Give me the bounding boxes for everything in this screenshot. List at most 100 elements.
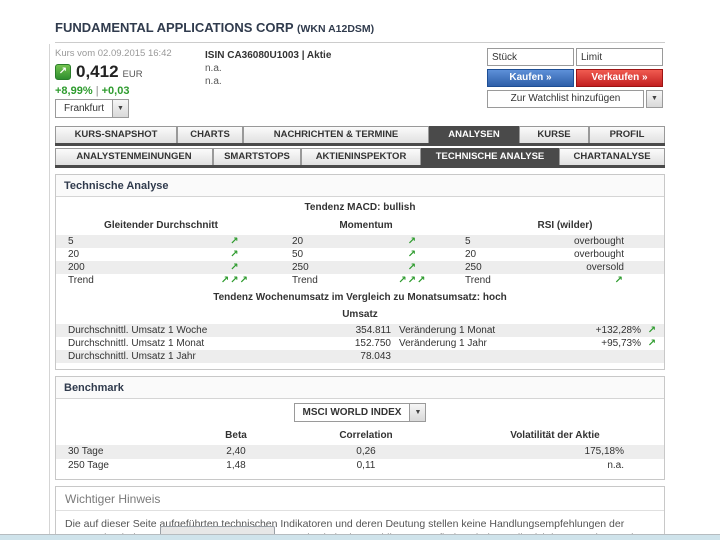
watchlist-dropdown-icon[interactable]: ▼ bbox=[646, 90, 663, 108]
wkn-suffix: (WKN A12DSM) bbox=[296, 23, 375, 35]
umsatz-row: Durchschnittl. Umsatz 1 Woche 354.811 Ve… bbox=[56, 324, 664, 337]
rsi-trend-arrow-icon: ↗ bbox=[614, 275, 624, 286]
rsi-value: oversold bbox=[586, 262, 624, 273]
header-correlation: Correlation bbox=[339, 430, 393, 441]
watchlist-row: Zur Watchlist hinzufügen ▼ bbox=[487, 90, 665, 108]
order-inputs bbox=[487, 48, 665, 66]
rsi-trend-label: Trend bbox=[465, 275, 491, 286]
header-beta: Beta bbox=[225, 430, 247, 441]
tab-nachrichten-termine[interactable]: NACHRICHTEN & TERMINE bbox=[243, 126, 429, 143]
benchmark-index-value: MSCI WORLD INDEX bbox=[302, 407, 402, 418]
momentum-trend-label: Trend bbox=[292, 275, 318, 286]
indicator-row: Trend ↗↗↗ Trend ↗↗↗ Trend ↗ bbox=[56, 274, 664, 287]
weekly-volume-value: hoch bbox=[482, 292, 507, 303]
beta-value: 2,40 bbox=[226, 446, 246, 457]
tab-analystenmeinungen[interactable]: ANALYSTENMEINUNGEN bbox=[55, 148, 213, 165]
change-absolute: +0,03 bbox=[101, 85, 130, 97]
tab-analysen[interactable]: ANALYSEN bbox=[429, 126, 519, 143]
benchmark-index-select[interactable]: MSCI WORLD INDEX ▼ bbox=[293, 403, 427, 422]
tab-profil[interactable]: PROFIL bbox=[589, 126, 665, 143]
add-to-watchlist-button[interactable]: Zur Watchlist hinzufügen bbox=[487, 90, 644, 108]
tab-charts[interactable]: CHARTS bbox=[177, 126, 243, 143]
bottom-scroll-bar[interactable] bbox=[0, 534, 720, 540]
section-bottom-padding bbox=[56, 363, 664, 369]
order-buttons: Kaufen » Verkaufen » bbox=[487, 69, 665, 87]
price-currency: EUR bbox=[122, 68, 143, 80]
benchmark-section: Benchmark MSCI WORLD INDEX ▼ Beta Correl… bbox=[55, 376, 665, 480]
isin-line: ISIN CA36080U1003 | Aktie bbox=[205, 50, 332, 61]
veraenderung-label: Veränderung 1 Jahr bbox=[399, 338, 487, 349]
exchange-select-value: Frankfurt bbox=[64, 103, 105, 114]
main-content: FUNDAMENTAL APPLICATIONS CORP (WKN A12DS… bbox=[55, 0, 665, 540]
change-percent: +8,99% bbox=[55, 85, 93, 97]
umsatz-value: 152.750 bbox=[354, 338, 391, 349]
momentum-period: 250 bbox=[292, 262, 309, 273]
gd-trend-arrow-icon: ↗ bbox=[230, 236, 240, 247]
umsatz-value: 354.811 bbox=[355, 325, 391, 336]
content-left-border bbox=[49, 44, 50, 536]
veraenderung-arrow-icon: ↗ bbox=[647, 338, 658, 349]
momentum-trend-arrow-icon: ↗ bbox=[407, 262, 418, 273]
gd-trend-arrow-icon: ↗ bbox=[230, 249, 240, 260]
umsatz-header: Umsatz bbox=[342, 309, 378, 320]
momentum-period: 20 bbox=[292, 236, 304, 247]
indicator-row: 5 ↗ 20 ↗ 5 overbought bbox=[56, 235, 664, 248]
tab-kurs-snapshot[interactable]: KURS-SNAPSHOT bbox=[55, 126, 177, 143]
tab-kurse[interactable]: KURSE bbox=[519, 126, 589, 143]
primary-tabs: KURS-SNAPSHOT CHARTS NACHRICHTEN & TERMI… bbox=[55, 126, 665, 168]
beta-value: 1,48 bbox=[226, 460, 246, 471]
price-value: 0,412 bbox=[76, 62, 119, 81]
correlation-value: 0,11 bbox=[356, 460, 376, 471]
momentum-period: 50 bbox=[292, 249, 304, 260]
trade-panel: Kaufen » Verkaufen » Zur Watchlist hinzu… bbox=[487, 48, 665, 108]
price-up-icon: ↗ bbox=[55, 64, 71, 80]
indicator-column-headers: Gleitender Durchschnitt Momentum RSI (wi… bbox=[56, 217, 664, 235]
disclaimer-title: Wichtiger Hinweis bbox=[56, 487, 664, 511]
weekly-volume-label: Tendenz Wochenumsatz im Vergleich zu Mon… bbox=[213, 292, 481, 303]
chevron-down-icon[interactable]: ▼ bbox=[112, 100, 129, 117]
quote-header: Kurs vom 02.09.2015 16:42 ↗ 0,412 EUR +8… bbox=[55, 48, 665, 120]
tab-smartstops[interactable]: SMARTSTOPS bbox=[213, 148, 301, 165]
rsi-value: overbought bbox=[573, 249, 624, 260]
tab-aktieninspektor[interactable]: AKTIENINSPEKTOR bbox=[301, 148, 421, 165]
benchmark-selector-row: MSCI WORLD INDEX ▼ bbox=[56, 399, 664, 426]
momentum-trend-arrow-icon: ↗ bbox=[407, 249, 418, 260]
momentum-trend-arrow-icon: ↗ bbox=[407, 236, 418, 247]
rsi-value: overbought bbox=[573, 236, 624, 247]
veraenderung-label: Veränderung 1 Monat bbox=[399, 325, 496, 336]
sell-button[interactable]: Verkaufen » bbox=[576, 69, 663, 87]
na-line-1: n.a. bbox=[205, 63, 222, 74]
quote-middle: ISIN CA36080U1003 | Aktie n.a. n.a. bbox=[205, 50, 331, 87]
benchmark-period: 30 Tage bbox=[68, 446, 104, 457]
momentum-trend-arrows-icon: ↗↗↗ bbox=[398, 275, 427, 286]
buy-button[interactable]: Kaufen » bbox=[487, 69, 574, 87]
disclaimer-section: Wichtiger Hinweis Die auf dieser Seite a… bbox=[55, 486, 665, 540]
tab-chartanalyse[interactable]: CHARTANALYSE bbox=[559, 148, 665, 165]
umsatz-label: Durchschnittl. Umsatz 1 Monat bbox=[68, 338, 205, 349]
gd-period: 5 bbox=[68, 236, 74, 247]
header-gleitender-durchschnitt: Gleitender Durchschnitt bbox=[104, 220, 218, 231]
header-rsi: RSI (wilder) bbox=[537, 220, 593, 231]
indicator-row: 200 ↗ 250 ↗ 250 oversold bbox=[56, 261, 664, 274]
umsatz-value: 78.043 bbox=[360, 351, 391, 362]
gd-trend-label: Trend bbox=[68, 275, 94, 286]
gd-period: 20 bbox=[68, 249, 80, 260]
rsi-period: 5 bbox=[465, 236, 471, 247]
gd-trend-arrow-icon: ↗ bbox=[230, 262, 240, 273]
limit-input[interactable] bbox=[576, 48, 663, 66]
benchmark-period: 250 Tage bbox=[68, 460, 109, 471]
empty-cell bbox=[641, 350, 664, 363]
umsatz-label: Durchschnittl. Umsatz 1 Woche bbox=[68, 325, 208, 336]
volatility-value: 175,18% bbox=[584, 446, 624, 457]
tab-technische-analyse[interactable]: TECHNISCHE ANALYSE bbox=[421, 148, 559, 165]
exchange-select[interactable]: Frankfurt ▼ bbox=[55, 99, 130, 118]
header-momentum: Momentum bbox=[339, 220, 393, 231]
macd-value: bullish bbox=[383, 202, 416, 213]
benchmark-row: 250 Tage 1,48 0,11 n.a. bbox=[56, 459, 664, 473]
benchmark-title: Benchmark bbox=[56, 377, 664, 399]
secondary-tab-row: ANALYSTENMEINUNGEN SMARTSTOPS AKTIENINSP… bbox=[55, 148, 665, 165]
weekly-volume-tendency-line: Tendenz Wochenumsatz im Vergleich zu Mon… bbox=[56, 287, 664, 307]
stueck-input[interactable] bbox=[487, 48, 574, 66]
rsi-period: 250 bbox=[465, 262, 482, 273]
chevron-down-icon[interactable]: ▼ bbox=[409, 404, 426, 421]
